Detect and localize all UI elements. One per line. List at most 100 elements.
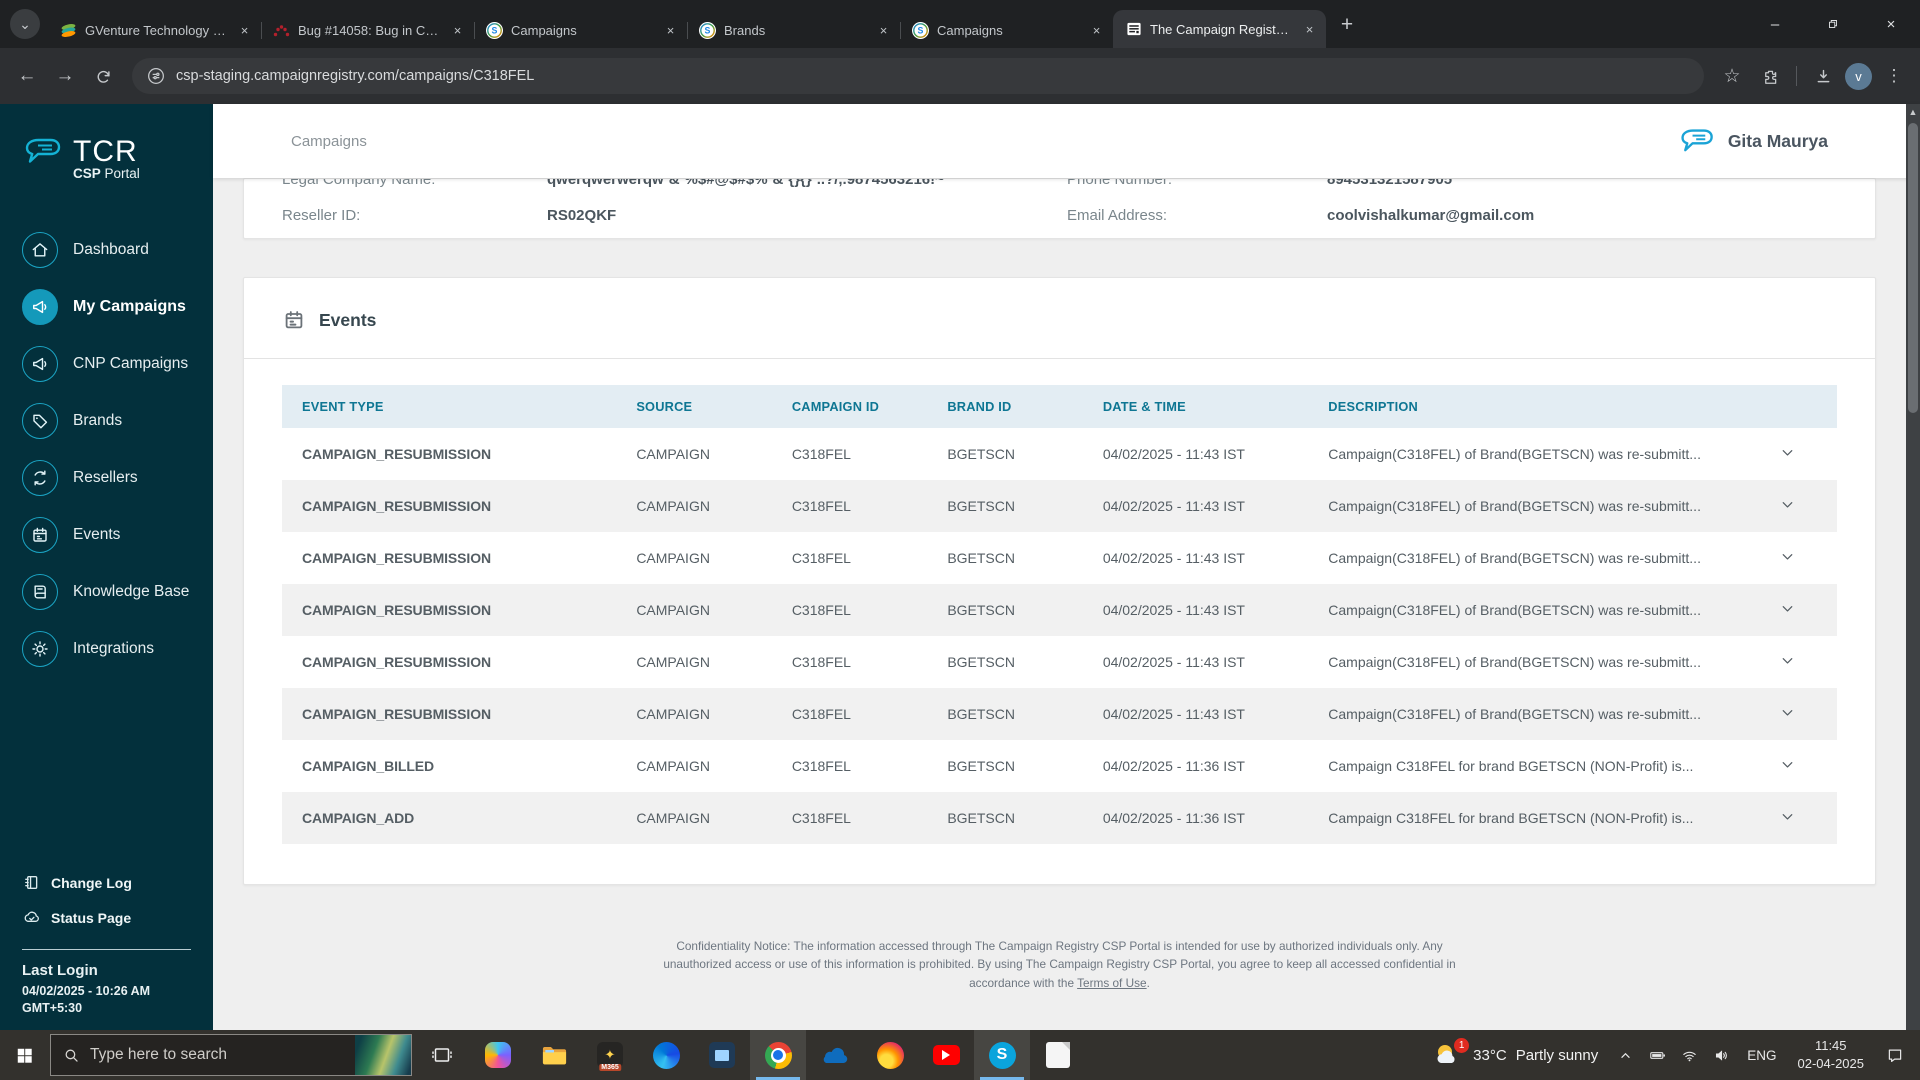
- browser-tab[interactable]: Bug #14058: Bug in Campa ×: [261, 12, 475, 48]
- tcr-logo[interactable]: TCR CSP Portal: [0, 134, 213, 181]
- search-daily-image[interactable]: [355, 1035, 411, 1075]
- sidebar-item-resellers[interactable]: Resellers: [0, 449, 213, 506]
- events-table-header: EVENT TYPE SOURCE CAMPAIGN ID BRAND ID DATE …: [282, 385, 1837, 428]
- action-center-icon[interactable]: [1876, 1046, 1914, 1064]
- brand-id-cell: BGETSCN: [927, 636, 1083, 688]
- copilot-icon[interactable]: [470, 1030, 526, 1080]
- url-text[interactable]: csp-staging.campaignregistry.com/campaig…: [176, 68, 534, 84]
- expand-row-chevron-icon[interactable]: [1759, 532, 1837, 584]
- description-cell: Campaign(C318FEL) of Brand(BGETSCN) was …: [1308, 688, 1760, 740]
- skype-icon[interactable]: S: [974, 1030, 1030, 1080]
- m365-icon[interactable]: ✦ M365: [582, 1030, 638, 1080]
- scroll-up-arrow[interactable]: ▲: [1909, 107, 1918, 117]
- close-button[interactable]: ×: [1862, 0, 1920, 48]
- onedrive-icon[interactable]: [806, 1030, 862, 1080]
- app-window: TCR CSP Portal Dashboard My Campaigns CNP …: [0, 104, 1920, 1030]
- sidebar-item-brands[interactable]: Brands: [0, 392, 213, 449]
- expand-row-chevron-icon[interactable]: [1759, 688, 1837, 740]
- page-scrollbar[interactable]: ▲: [1906, 104, 1920, 1030]
- start-button[interactable]: [0, 1030, 48, 1080]
- profile-avatar[interactable]: v: [1845, 62, 1872, 90]
- site-settings-icon[interactable]: [146, 66, 166, 86]
- tab-close-icon[interactable]: ×: [449, 22, 466, 39]
- file-explorer-icon[interactable]: [526, 1030, 582, 1080]
- sidebar-item-knowledge-base[interactable]: Knowledge Base: [0, 563, 213, 620]
- journal-icon: [25, 875, 38, 890]
- campaign-id-cell: C318FEL: [771, 480, 928, 532]
- white-app-icon[interactable]: [1030, 1030, 1086, 1080]
- wifi-icon[interactable]: [1674, 1047, 1704, 1064]
- expand-row-chevron-icon[interactable]: [1759, 636, 1837, 688]
- tag-glyph: [33, 414, 48, 428]
- edge-icon[interactable]: [638, 1030, 694, 1080]
- firefox-icon[interactable]: [862, 1030, 918, 1080]
- redmine-favicon: [273, 24, 290, 36]
- logo-subtitle: CSP Portal: [73, 166, 140, 181]
- browser-tab[interactable]: S Campaigns ×: [474, 12, 688, 48]
- user-chip[interactable]: Gita Maurya: [1678, 125, 1828, 158]
- sidebar-item-dashboard[interactable]: Dashboard: [0, 221, 213, 278]
- megaphone-glyph: [33, 300, 47, 313]
- scrollbar-thumb[interactable]: [1908, 123, 1918, 413]
- sidebar-item-my-campaigns[interactable]: My Campaigns: [0, 278, 213, 335]
- source-cell: CAMPAIGN: [616, 480, 772, 532]
- address-bar[interactable]: csp-staging.campaignregistry.com/campaig…: [132, 58, 1704, 94]
- browser-tab[interactable]: The Campaign Registry - C ×: [1113, 10, 1326, 48]
- taskbar-weather[interactable]: 1 33°C Partly sunny: [1424, 1038, 1608, 1068]
- dark-app-icon[interactable]: [694, 1030, 750, 1080]
- expand-row-chevron-icon[interactable]: [1759, 584, 1837, 636]
- downloads-icon[interactable]: [1807, 60, 1839, 92]
- expand-row-chevron-icon[interactable]: [1759, 428, 1837, 480]
- sidebar-nav: Dashboard My Campaigns CNP Campaigns Brands…: [0, 221, 213, 677]
- terms-of-use-link[interactable]: Terms of Use: [1077, 976, 1147, 990]
- chrome-icon[interactable]: [750, 1030, 806, 1080]
- taskbar-clock[interactable]: 11:45 02-04-2025: [1788, 1037, 1875, 1072]
- taskbar-search[interactable]: Type here to search: [50, 1034, 412, 1076]
- tab-close-icon[interactable]: ×: [1088, 22, 1105, 39]
- chat-bubble-icon: [25, 138, 61, 163]
- sidebar-item-cnp-campaigns[interactable]: CNP Campaigns: [0, 335, 213, 392]
- source-cell: CAMPAIGN: [616, 688, 772, 740]
- svg-text:S: S: [705, 25, 711, 35]
- tab-search-button[interactable]: ⌄: [10, 9, 40, 39]
- browser-tab[interactable]: S Brands ×: [687, 12, 901, 48]
- language-indicator[interactable]: ENG: [1738, 1048, 1785, 1063]
- forward-button[interactable]: →: [48, 59, 82, 93]
- browser-tab[interactable]: GVenture Technology Pvt. L ×: [48, 12, 262, 48]
- tab-close-icon[interactable]: ×: [236, 22, 253, 39]
- campaign-details-card: Legal Company Name: qwerqwerwerqw`&`%$#@…: [243, 178, 1876, 239]
- minimize-button[interactable]: –: [1746, 0, 1804, 48]
- battery-icon[interactable]: [1642, 1047, 1672, 1064]
- tab-close-icon[interactable]: ×: [1301, 21, 1318, 38]
- new-tab-button[interactable]: +: [1332, 10, 1362, 40]
- last-login-timezone: GMT+5:30: [22, 1001, 83, 1015]
- sidebar-item-label: CNP Campaigns: [73, 354, 189, 372]
- sidebar-link-change-log[interactable]: Change Log: [22, 865, 191, 900]
- extensions-icon[interactable]: [1754, 60, 1786, 92]
- bookmark-icon[interactable]: ☆: [1716, 60, 1748, 92]
- youtube-icon[interactable]: [918, 1030, 974, 1080]
- expand-row-chevron-icon[interactable]: [1759, 792, 1837, 844]
- tray-chevron-icon[interactable]: [1610, 1047, 1640, 1064]
- tab-close-icon[interactable]: ×: [662, 22, 679, 39]
- task-view-icon[interactable]: [414, 1030, 470, 1080]
- browser-menu-icon[interactable]: ⋮: [1878, 60, 1910, 92]
- tab-close-icon[interactable]: ×: [875, 22, 892, 39]
- sidebar-item-events[interactable]: Events: [0, 506, 213, 563]
- reload-button[interactable]: [86, 59, 120, 93]
- sidebar: TCR CSP Portal Dashboard My Campaigns CNP …: [0, 104, 213, 1030]
- maximize-button[interactable]: [1804, 0, 1862, 48]
- back-button[interactable]: ←: [10, 59, 44, 93]
- brand-id-cell: BGETSCN: [927, 740, 1083, 792]
- event-row: CAMPAIGN_RESUBMISSION CAMPAIGN C318FEL BGET…: [282, 480, 1837, 532]
- taskbar: Type here to search ✦ M365 S 1 33°C Partly…: [0, 1030, 1920, 1080]
- expand-row-chevron-icon[interactable]: [1759, 480, 1837, 532]
- campaign-id-cell: C318FEL: [771, 688, 928, 740]
- volume-icon[interactable]: [1706, 1047, 1736, 1064]
- column-header: CAMPAIGN ID: [771, 385, 928, 428]
- sidebar-link-status-page[interactable]: Status Page: [22, 900, 191, 935]
- expand-row-chevron-icon[interactable]: [1759, 740, 1837, 792]
- system-tray: 1 33°C Partly sunny ENG 11:45 02-04-2025: [1424, 1030, 1920, 1080]
- browser-tab[interactable]: S Campaigns ×: [900, 12, 1113, 48]
- sidebar-item-integrations[interactable]: Integrations: [0, 620, 213, 677]
